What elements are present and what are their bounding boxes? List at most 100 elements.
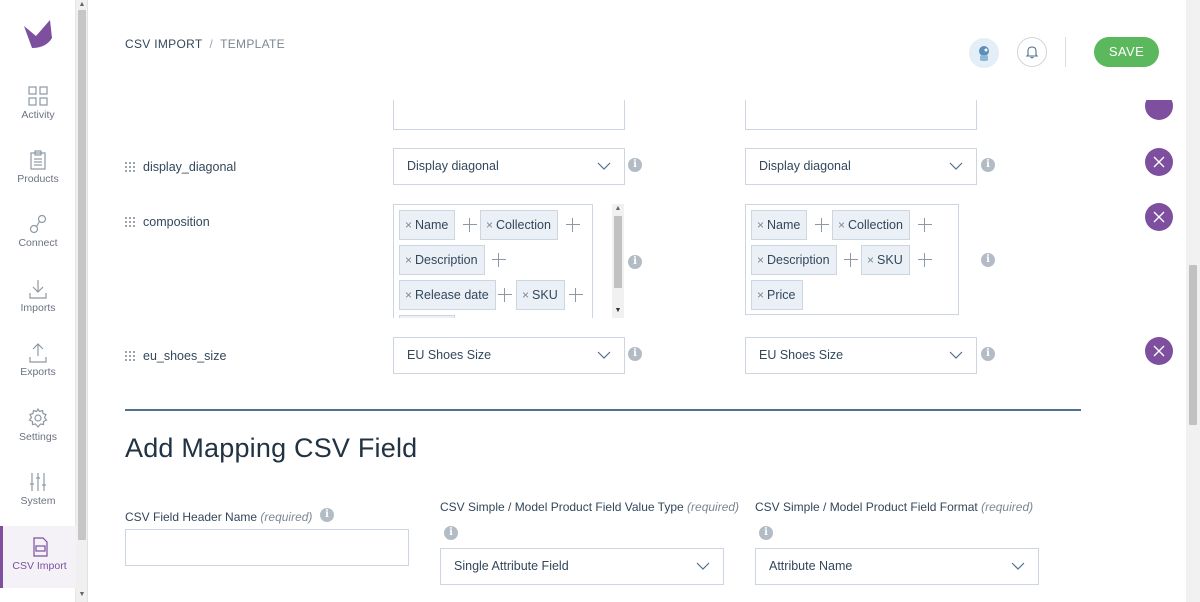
remove-tag-icon[interactable]: × <box>522 288 529 302</box>
plus-icon[interactable] <box>566 218 580 232</box>
info-icon[interactable]: i <box>628 158 642 172</box>
composition-tag[interactable]: × Description <box>751 245 837 275</box>
close-icon <box>1153 156 1165 168</box>
remove-tag-icon[interactable]: × <box>867 253 874 267</box>
mapping-right-select[interactable]: Display diagonal <box>745 148 977 185</box>
scroll-up-arrow-icon[interactable]: ▲ <box>612 204 624 214</box>
previous-row-remove-button[interactable] <box>1145 100 1173 120</box>
composition-tag[interactable]: × Collection <box>832 210 910 240</box>
info-icon[interactable]: i <box>759 526 773 540</box>
plus-icon[interactable] <box>492 253 506 267</box>
previous-row-left-select[interactable] <box>393 100 625 130</box>
select-value: Display diagonal <box>759 159 851 173</box>
select-value: EU Shoes Size <box>759 348 844 362</box>
clipboard-icon <box>30 150 46 170</box>
remove-tag-icon[interactable]: × <box>757 288 764 302</box>
plus-icon[interactable] <box>844 253 858 267</box>
plus-icon[interactable] <box>918 218 932 232</box>
breadcrumb: CSV IMPORT / TEMPLATE <box>125 37 285 51</box>
avatar[interactable] <box>969 38 999 68</box>
header-divider <box>1065 37 1066 67</box>
remove-mapping-button[interactable] <box>1145 337 1173 365</box>
mapping-field-name: display_diagonal <box>143 160 237 174</box>
composition-tag[interactable]: × Name <box>399 210 456 240</box>
chevron-down-icon <box>597 351 611 359</box>
sidebar-item-settings[interactable]: Settings <box>0 408 76 468</box>
remove-tag-icon[interactable]: × <box>405 218 412 232</box>
sidebar-item-imports[interactable]: Imports <box>0 279 76 339</box>
previous-row-right-select[interactable] <box>745 100 977 130</box>
chevron-down-icon <box>696 562 710 570</box>
page-scrollbar-thumb[interactable] <box>1189 265 1197 425</box>
scroll-down-arrow-icon[interactable]: ▼ <box>76 590 88 600</box>
sidebar-scrollbar[interactable]: ▲ ▼ <box>76 0 88 602</box>
composition-tag[interactable]: × Collection <box>480 210 558 240</box>
sidebar-item-label: Connect <box>18 237 58 249</box>
upload-icon <box>29 343 47 363</box>
plus-icon[interactable] <box>918 253 932 267</box>
composition-right-tag-box[interactable]: × Name × Collection × Description × SKU × Pri… <box>745 204 959 315</box>
remove-tag-icon[interactable]: × <box>486 218 493 232</box>
remove-tag-icon[interactable]: × <box>757 218 764 232</box>
main-content: display_diagonal Display diagonal i Disp… <box>88 100 1186 602</box>
remove-mapping-button[interactable] <box>1145 148 1173 176</box>
notifications-button[interactable] <box>1017 37 1047 67</box>
header-name-input[interactable] <box>125 529 409 566</box>
plus-icon[interactable] <box>815 218 829 232</box>
remove-tag-icon[interactable]: × <box>757 253 764 267</box>
drag-handle-icon[interactable] <box>125 351 137 361</box>
composition-tag[interactable]: × Release date <box>399 280 496 310</box>
format-select[interactable]: Attribute Name <box>755 548 1039 585</box>
sidebar-item-connect[interactable]: Connect <box>0 214 76 274</box>
mapping-left-select[interactable]: EU Shoes Size <box>393 337 625 374</box>
scroll-down-arrow-icon[interactable]: ▼ <box>612 306 624 316</box>
drag-handle-icon[interactable] <box>125 162 137 172</box>
save-button[interactable]: SAVE <box>1094 37 1159 67</box>
breadcrumb-csv-import[interactable]: CSV IMPORT <box>125 37 202 51</box>
info-icon[interactable]: i <box>981 158 995 172</box>
info-icon[interactable]: i <box>628 255 642 269</box>
info-icon[interactable]: i <box>320 508 334 522</box>
sidebar-item-exports[interactable]: Exports <box>0 343 76 403</box>
mapping-right-select[interactable]: EU Shoes Size <box>745 337 977 374</box>
composition-tag-partial[interactable] <box>399 315 455 318</box>
composition-tag[interactable]: × Price <box>751 280 803 310</box>
info-icon[interactable]: i <box>444 526 458 540</box>
remove-mapping-button[interactable] <box>1145 203 1173 231</box>
sidebar-scrollbar-thumb[interactable] <box>78 10 86 540</box>
sidebar-item-csv-import[interactable]: CSV Import <box>0 526 76 588</box>
sidebar-item-label: CSV Import <box>12 560 67 572</box>
drag-handle-icon[interactable] <box>125 217 137 227</box>
composition-tag[interactable]: × SKU <box>516 280 565 310</box>
sidebar-item-system[interactable]: System <box>0 472 76 532</box>
plus-icon[interactable] <box>569 288 583 302</box>
remove-tag-icon[interactable]: × <box>405 253 412 267</box>
scroll-up-arrow-icon[interactable]: ▲ <box>76 0 88 10</box>
tag-label: Description <box>767 253 830 267</box>
tag-box-scrollbar[interactable]: ▲ ▼ <box>612 204 624 318</box>
mapping-left-select[interactable]: Display diagonal <box>393 148 625 185</box>
composition-left-tag-box[interactable]: × Name × Collection × Description × Release … <box>393 204 593 318</box>
info-icon[interactable]: i <box>628 347 642 361</box>
tag-box-scrollbar-thumb[interactable] <box>614 216 622 288</box>
remove-tag-icon[interactable]: × <box>405 288 412 302</box>
composition-tag[interactable]: × SKU <box>861 245 910 275</box>
close-icon <box>1153 211 1165 223</box>
value-type-select[interactable]: Single Attribute Field <box>440 548 724 585</box>
composition-tag[interactable]: × Description <box>399 245 485 275</box>
sidebar-item-products[interactable]: Products <box>0 150 76 210</box>
sidebar-item-activity[interactable]: Activity <box>0 86 76 146</box>
app-logo[interactable] <box>22 18 54 50</box>
composition-tag[interactable]: × Name <box>751 210 808 240</box>
bell-icon <box>1025 46 1039 59</box>
info-icon[interactable]: i <box>981 253 995 267</box>
sidebar-item-label: System <box>20 495 56 507</box>
page-scrollbar[interactable] <box>1186 0 1200 602</box>
remove-tag-icon[interactable]: × <box>838 218 845 232</box>
label-text: CSV Field Header Name <box>125 510 258 524</box>
label-text: CSV Simple / Model Product Field Value T… <box>440 500 684 514</box>
mapping-field-name: composition <box>143 215 210 229</box>
plus-icon[interactable] <box>463 218 477 232</box>
info-icon[interactable]: i <box>981 347 995 361</box>
plus-icon[interactable] <box>498 288 512 302</box>
